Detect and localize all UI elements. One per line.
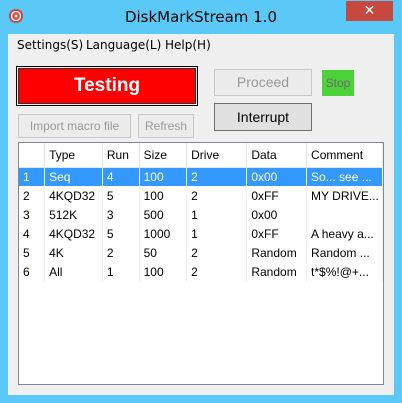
cell-data: 0x00 <box>246 167 308 186</box>
cell-data: 0x00 <box>246 205 308 224</box>
column-header-run[interactable]: Run <box>102 143 140 168</box>
refresh-button[interactable]: Refresh <box>138 114 194 138</box>
cell-type: 512K <box>44 205 103 224</box>
cell-drive: 2 <box>186 186 248 205</box>
testing-button[interactable]: Testing <box>16 66 198 106</box>
table-body: 1 Seq 4 100 2 0x00 So... see ... 2 4KQD32 5 100 2 0x… <box>19 167 383 281</box>
cell-index: 5 <box>19 243 46 262</box>
window-title: DiskMarkStream 1.0 <box>124 8 278 26</box>
client-area: Settings(S) Language(L) Help(H) Testing … <box>8 34 394 395</box>
table-row[interactable]: 3 512K 3 500 1 0x00 <box>19 205 383 224</box>
cell-drive: 2 <box>186 167 248 186</box>
proceed-button[interactable]: Proceed <box>214 69 312 96</box>
cell-size: 100 <box>139 262 188 281</box>
column-header-drive[interactable]: Drive <box>186 143 248 168</box>
cell-drive: 1 <box>186 205 248 224</box>
cell-size: 500 <box>139 205 188 224</box>
cell-index: 1 <box>19 167 46 186</box>
interrupt-button[interactable]: Interrupt <box>214 103 312 131</box>
cell-comment: MY DRIVE... <box>306 186 383 205</box>
cell-run: 5 <box>102 224 140 243</box>
macro-table[interactable]: Type Run Size Drive Data Comment 1 Seq 4 10… <box>18 142 384 385</box>
column-header-size[interactable]: Size <box>139 143 188 168</box>
column-header-type[interactable]: Type <box>44 143 103 168</box>
column-header-comment[interactable]: Comment <box>306 143 383 168</box>
cell-comment: t*$%!@+... <box>306 262 383 281</box>
cell-comment <box>306 205 383 224</box>
close-button[interactable]: ✕ <box>346 1 393 21</box>
cell-type: Seq <box>44 167 103 186</box>
cell-data: Random <box>246 262 308 281</box>
cell-size: 100 <box>139 186 188 205</box>
cell-drive: 2 <box>186 243 248 262</box>
cell-type: All <box>44 262 103 281</box>
cell-data: 0xFF <box>246 224 308 243</box>
table-row[interactable]: 1 Seq 4 100 2 0x00 So... see ... <box>19 167 383 186</box>
table-row[interactable]: 4 4KQD32 5 1000 1 0xFF A heavy a... <box>19 224 383 243</box>
window-frame: DiskMarkStream 1.0 ✕ Settings(S) Languag… <box>0 0 402 403</box>
cell-run: 3 <box>102 205 140 224</box>
cell-data: Random <box>246 243 308 262</box>
menu-language[interactable]: Language(L) <box>86 38 161 52</box>
cell-index: 3 <box>19 205 46 224</box>
cell-run: 2 <box>102 243 140 262</box>
import-macro-button[interactable]: Import macro file <box>18 114 131 138</box>
table-row[interactable]: 6 All 1 100 2 Random t*$%!@+... <box>19 262 383 281</box>
cell-index: 4 <box>19 224 46 243</box>
cell-index: 2 <box>19 186 46 205</box>
menu-bar: Settings(S) Language(L) Help(H) <box>8 34 394 56</box>
column-header-index[interactable] <box>19 143 46 168</box>
table-row[interactable]: 5 4K 2 50 2 Random Random ... <box>19 243 383 262</box>
cell-run: 4 <box>102 167 140 186</box>
menu-settings[interactable]: Settings(S) <box>17 38 83 52</box>
cell-type: 4KQD32 <box>44 186 103 205</box>
cell-type: 4K <box>44 243 103 262</box>
column-header-data[interactable]: Data <box>246 143 308 168</box>
cell-data: 0xFF <box>246 186 308 205</box>
cell-size: 1000 <box>139 224 188 243</box>
stop-button[interactable]: Stop <box>322 70 354 96</box>
table-row[interactable]: 2 4KQD32 5 100 2 0xFF MY DRIVE... <box>19 186 383 205</box>
cell-size: 100 <box>139 167 188 186</box>
macro-grid: Type Run Size Drive Data Comment 1 Seq 4 10… <box>19 143 383 281</box>
cell-run: 5 <box>102 186 140 205</box>
menu-help[interactable]: Help(H) <box>165 38 211 52</box>
cell-index: 6 <box>19 262 46 281</box>
title-bar[interactable]: DiskMarkStream 1.0 ✕ <box>0 0 402 34</box>
table-header-row: Type Run Size Drive Data Comment <box>19 143 383 168</box>
cell-run: 1 <box>102 262 140 281</box>
cell-comment: Random ... <box>306 243 383 262</box>
cell-type: 4KQD32 <box>44 224 103 243</box>
cell-drive: 1 <box>186 224 248 243</box>
cell-size: 50 <box>139 243 188 262</box>
cell-comment: A heavy a... <box>306 224 383 243</box>
cell-drive: 2 <box>186 262 248 281</box>
cell-comment: So... see ... <box>306 167 383 186</box>
